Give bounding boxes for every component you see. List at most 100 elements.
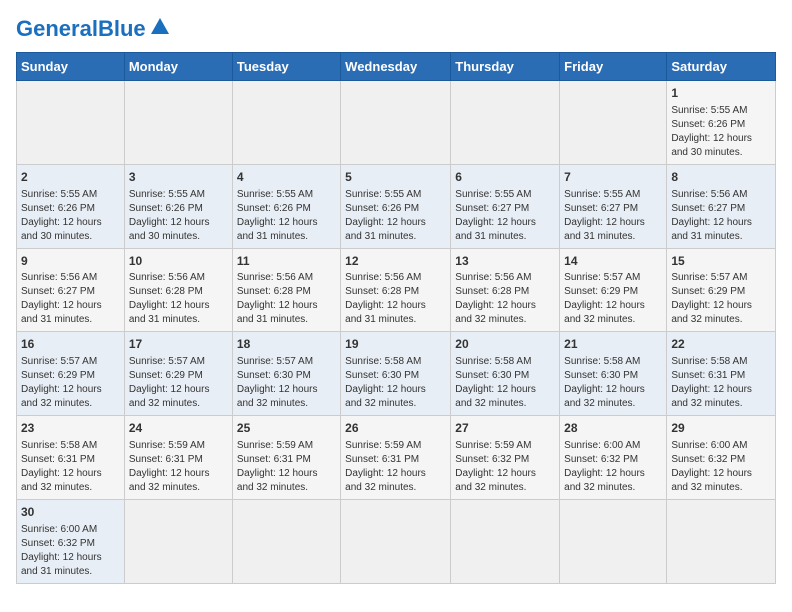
calendar-day-cell: 20 Sunrise: 5:58 AM Sunset: 6:30 PM Dayli… [451,332,560,416]
day-number: 3 [129,169,228,186]
calendar-day-cell: 29Sunrise: 6:00 AM Sunset: 6:32 PM Dayli… [667,416,776,500]
calendar-header-row: SundayMondayTuesdayWednesdayThursdayFrid… [17,53,776,81]
calendar-day-cell: 8 Sunrise: 5:56 AM Sunset: 6:27 PM Daylig… [667,164,776,248]
calendar-day-cell [451,499,560,583]
calendar-day-cell: 26 Sunrise: 5:59 AM Sunset: 6:31 PM Dayli… [341,416,451,500]
day-number: 18 [237,336,336,353]
calendar-day-cell: 9Sunrise: 5:56 AM Sunset: 6:27 PM Daylig… [17,248,125,332]
calendar-day-cell [124,81,232,165]
day-info: Sunrise: 5:56 AM Sunset: 6:28 PM Dayligh… [129,271,228,327]
day-number: 12 [345,253,446,270]
day-number: 27 [455,420,555,437]
day-info: Sunrise: 5:59 AM Sunset: 6:31 PM Dayligh… [237,439,336,495]
calendar-day-cell [17,81,125,165]
calendar-week-row: 23Sunrise: 5:58 AM Sunset: 6:31 PM Dayli… [17,416,776,500]
day-number: 4 [237,169,336,186]
calendar-day-cell: 2 Sunrise: 5:55 AM Sunset: 6:26 PM Daylig… [17,164,125,248]
calendar-day-cell: 6 Sunrise: 5:55 AM Sunset: 6:27 PM Daylig… [451,164,560,248]
day-info: Sunrise: 5:56 AM Sunset: 6:28 PM Dayligh… [237,271,336,327]
day-info: Sunrise: 5:56 AM Sunset: 6:28 PM Dayligh… [455,271,555,327]
calendar-day-cell: 30 Sunrise: 6:00 AM Sunset: 6:32 PM Dayli… [17,499,125,583]
day-number: 25 [237,420,336,437]
day-info: Sunrise: 5:58 AM Sunset: 6:31 PM Dayligh… [671,355,771,411]
calendar-day-cell [341,499,451,583]
day-info: Sunrise: 5:55 AM Sunset: 6:26 PM Dayligh… [345,188,446,244]
calendar-day-cell [451,81,560,165]
day-info: Sunrise: 6:00 AM Sunset: 6:32 PM Dayligh… [21,523,120,579]
calendar-day-cell: 24 Sunrise: 5:59 AM Sunset: 6:31 PM Dayli… [124,416,232,500]
day-number: 26 [345,420,446,437]
weekday-header: Saturday [667,53,776,81]
day-info: Sunrise: 5:59 AM Sunset: 6:32 PM Dayligh… [455,439,555,495]
weekday-header: Monday [124,53,232,81]
calendar-day-cell: 22Sunrise: 5:58 AM Sunset: 6:31 PM Dayli… [667,332,776,416]
day-info: Sunrise: 5:59 AM Sunset: 6:31 PM Dayligh… [129,439,228,495]
day-info: Sunrise: 5:58 AM Sunset: 6:30 PM Dayligh… [345,355,446,411]
page-header: GeneralBlue [16,16,776,42]
day-number: 16 [21,336,120,353]
day-info: Sunrise: 5:58 AM Sunset: 6:30 PM Dayligh… [564,355,662,411]
calendar-day-cell: 28 Sunrise: 6:00 AM Sunset: 6:32 PM Dayli… [560,416,667,500]
logo-text: GeneralBlue [16,16,146,42]
day-info: Sunrise: 6:00 AM Sunset: 6:32 PM Dayligh… [564,439,662,495]
day-number: 19 [345,336,446,353]
day-number: 24 [129,420,228,437]
calendar-week-row: 2 Sunrise: 5:55 AM Sunset: 6:26 PM Daylig… [17,164,776,248]
day-number: 9 [21,253,120,270]
day-number: 8 [671,169,771,186]
day-number: 20 [455,336,555,353]
weekday-header: Tuesday [232,53,340,81]
calendar-day-cell: 10Sunrise: 5:56 AM Sunset: 6:28 PM Dayli… [124,248,232,332]
day-number: 15 [671,253,771,270]
calendar-day-cell: 19 Sunrise: 5:58 AM Sunset: 6:30 PM Dayli… [341,332,451,416]
day-info: Sunrise: 5:58 AM Sunset: 6:30 PM Dayligh… [455,355,555,411]
calendar-day-cell: 27 Sunrise: 5:59 AM Sunset: 6:32 PM Dayli… [451,416,560,500]
calendar-day-cell: 16 Sunrise: 5:57 AM Sunset: 6:29 PM Dayli… [17,332,125,416]
day-info: Sunrise: 5:55 AM Sunset: 6:26 PM Dayligh… [237,188,336,244]
day-info: Sunrise: 6:00 AM Sunset: 6:32 PM Dayligh… [671,439,771,495]
calendar-day-cell: 15Sunrise: 5:57 AM Sunset: 6:29 PM Dayli… [667,248,776,332]
day-info: Sunrise: 5:57 AM Sunset: 6:29 PM Dayligh… [129,355,228,411]
day-number: 10 [129,253,228,270]
calendar-day-cell: 18 Sunrise: 5:57 AM Sunset: 6:30 PM Dayli… [232,332,340,416]
calendar-day-cell: 7Sunrise: 5:55 AM Sunset: 6:27 PM Daylig… [560,164,667,248]
day-number: 14 [564,253,662,270]
day-info: Sunrise: 5:57 AM Sunset: 6:29 PM Dayligh… [564,271,662,327]
day-info: Sunrise: 5:57 AM Sunset: 6:29 PM Dayligh… [21,355,120,411]
day-number: 6 [455,169,555,186]
calendar-day-cell: 4 Sunrise: 5:55 AM Sunset: 6:26 PM Daylig… [232,164,340,248]
day-info: Sunrise: 5:56 AM Sunset: 6:27 PM Dayligh… [671,188,771,244]
calendar-day-cell: 5 Sunrise: 5:55 AM Sunset: 6:26 PM Daylig… [341,164,451,248]
calendar-day-cell [124,499,232,583]
calendar-day-cell [232,499,340,583]
day-info: Sunrise: 5:55 AM Sunset: 6:26 PM Dayligh… [129,188,228,244]
day-number: 7 [564,169,662,186]
logo-blue: Blue [98,16,146,41]
calendar-day-cell: 25 Sunrise: 5:59 AM Sunset: 6:31 PM Dayli… [232,416,340,500]
day-info: Sunrise: 5:57 AM Sunset: 6:30 PM Dayligh… [237,355,336,411]
day-number: 5 [345,169,446,186]
day-info: Sunrise: 5:59 AM Sunset: 6:31 PM Dayligh… [345,439,446,495]
calendar-day-cell: 3 Sunrise: 5:55 AM Sunset: 6:26 PM Daylig… [124,164,232,248]
day-number: 2 [21,169,120,186]
weekday-header: Thursday [451,53,560,81]
calendar-day-cell [560,81,667,165]
calendar-day-cell: 12Sunrise: 5:56 AM Sunset: 6:28 PM Dayli… [341,248,451,332]
calendar-day-cell: 21Sunrise: 5:58 AM Sunset: 6:30 PM Dayli… [560,332,667,416]
weekday-header: Wednesday [341,53,451,81]
day-number: 28 [564,420,662,437]
day-info: Sunrise: 5:56 AM Sunset: 6:27 PM Dayligh… [21,271,120,327]
calendar-day-cell: 1 Sunrise: 5:55 AM Sunset: 6:26 PM Daylig… [667,81,776,165]
day-number: 17 [129,336,228,353]
weekday-header: Sunday [17,53,125,81]
day-number: 13 [455,253,555,270]
logo: GeneralBlue [16,16,171,42]
day-number: 30 [21,504,120,521]
day-number: 1 [671,85,771,102]
logo-icon [149,16,171,38]
day-number: 11 [237,253,336,270]
calendar-day-cell: 23Sunrise: 5:58 AM Sunset: 6:31 PM Dayli… [17,416,125,500]
day-info: Sunrise: 5:55 AM Sunset: 6:26 PM Dayligh… [21,188,120,244]
day-info: Sunrise: 5:55 AM Sunset: 6:26 PM Dayligh… [671,104,771,160]
day-info: Sunrise: 5:55 AM Sunset: 6:27 PM Dayligh… [455,188,555,244]
